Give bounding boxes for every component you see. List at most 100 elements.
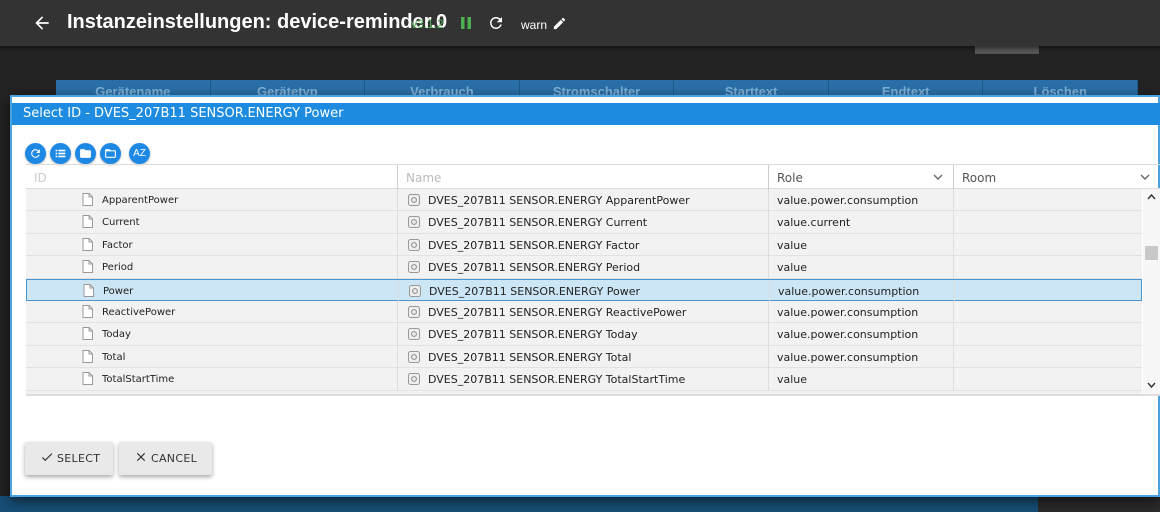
select-button[interactable]: SELECT — [25, 442, 113, 475]
dialog-title: Select ID - DVES_207B11 SENSOR.ENERGY Po… — [12, 103, 1160, 125]
app-header: Instanzeinstellungen: device-reminder.0 … — [0, 0, 1160, 46]
cell-room — [954, 368, 1142, 390]
select-id-dialog: Select ID - DVES_207B11 SENSOR.ENERGY Po… — [10, 95, 1160, 497]
loglevel-label[interactable]: warn — [521, 18, 547, 32]
cell-id: TotalStartTime — [26, 368, 398, 391]
cell-name: DVES_207B11 SENSOR.ENERGY Period — [398, 256, 769, 279]
pencil-icon[interactable] — [552, 16, 567, 31]
state-icon — [408, 216, 420, 229]
table-row[interactable]: ReactivePower DVES_207B11 SENSOR.ENERGY R… — [26, 300, 1142, 324]
cell-id: Factor — [26, 233, 398, 256]
object-tree-grid: ApparentPower DVES_207B11 SENSOR.ENERGY A… — [26, 189, 1142, 394]
page-title: Instanzeinstellungen: device-reminder.0 — [67, 11, 448, 33]
cell-name: DVES_207B11 SENSOR.ENERGY Factor — [398, 233, 769, 256]
cell-room — [954, 346, 1142, 368]
table-row[interactable]: Current DVES_207B11 SENSOR.ENERGY Current… — [26, 211, 1142, 234]
dialog-toolbar: AZ — [25, 143, 154, 165]
table-row[interactable]: Today DVES_207B11 SENSOR.ENERGY Today valu… — [26, 323, 1142, 346]
cell-room — [954, 189, 1142, 211]
state-icon — [408, 194, 420, 206]
list-view-button[interactable] — [50, 143, 71, 164]
arrow-back-icon[interactable] — [32, 13, 52, 33]
state-icon — [408, 261, 420, 274]
column-header-name[interactable]: Name — [398, 165, 769, 189]
cell-id: Today — [26, 323, 398, 346]
scroll-down-icon[interactable] — [1147, 382, 1156, 389]
file-icon — [82, 349, 93, 363]
scroll-up-icon[interactable] — [1147, 193, 1156, 200]
cell-id-label: Current — [102, 217, 140, 229]
background-footer — [0, 496, 1160, 512]
cell-id: Power — [27, 279, 399, 302]
refresh-icon[interactable] — [487, 14, 505, 32]
cell-name: DVES_207B11 SENSOR.ENERGY ReactivePower — [398, 300, 769, 323]
cell-id: Period — [26, 256, 398, 279]
pause-icon[interactable] — [459, 16, 473, 30]
table-row[interactable]: Period DVES_207B11 SENSOR.ENERGY Period va… — [26, 256, 1142, 279]
cell-room — [954, 301, 1142, 323]
cell-id: Total — [26, 345, 398, 368]
collapse-all-button[interactable] — [100, 143, 121, 164]
cell-name: DVES_207B11 SENSOR.ENERGY ApparentPower — [398, 189, 769, 211]
cell-room — [954, 211, 1142, 233]
cell-id: ApparentPower — [26, 189, 398, 211]
file-icon — [82, 215, 93, 229]
file-icon — [82, 237, 93, 251]
folder-icon — [80, 149, 91, 158]
check-icon — [41, 452, 53, 461]
cell-role: value.power.consumption — [769, 300, 954, 323]
close-icon — [136, 452, 146, 461]
file-icon — [82, 304, 93, 318]
sort-az-button[interactable]: AZ — [129, 143, 150, 164]
cell-role: value.power.consumption — [769, 323, 954, 346]
table-row[interactable]: TotalStartTime DVES_207B11 SENSOR.ENERGY … — [26, 368, 1142, 391]
cell-role: value.power.consumption — [770, 279, 955, 302]
state-icon — [409, 284, 421, 297]
file-icon — [83, 283, 94, 297]
cell-name: DVES_207B11 SENSOR.ENERGY Current — [398, 211, 769, 234]
cell-id: ReactivePower — [26, 300, 398, 323]
file-icon — [82, 260, 93, 274]
scrollbar-thumb[interactable] — [1145, 246, 1158, 260]
state-icon — [408, 328, 420, 341]
cell-id-label: TotalStartTime — [102, 374, 175, 386]
cell-name-label: DVES_207B11 SENSOR.ENERGY ApparentPower — [428, 194, 690, 207]
cell-role: value — [769, 256, 954, 279]
state-icon — [408, 305, 420, 318]
table-row[interactable]: Total DVES_207B11 SENSOR.ENERGY Total valu… — [26, 345, 1142, 369]
sort-az-label: AZ — [133, 148, 146, 159]
chevron-down-icon[interactable] — [933, 173, 943, 181]
table-row[interactable]: ApparentPower DVES_207B11 SENSOR.ENERGY A… — [26, 189, 1142, 212]
refresh-icon — [31, 149, 40, 158]
grid-scrollbar[interactable] — [1143, 189, 1160, 394]
cell-role: value.current — [769, 211, 954, 234]
chevron-down-icon[interactable] — [1140, 173, 1150, 181]
cell-name: DVES_207B11 SENSOR.ENERGY Total — [398, 345, 769, 368]
cell-name-label: DVES_207B11 SENSOR.ENERGY ReactivePower — [428, 305, 687, 319]
cell-name-label: DVES_207B11 SENSOR.ENERGY Power — [429, 284, 641, 298]
table-row[interactable]: Factor DVES_207B11 SENSOR.ENERGY Factor va… — [26, 233, 1142, 257]
cell-id-label: Period — [102, 262, 134, 274]
file-icon — [82, 372, 93, 386]
cancel-button[interactable]: CANCEL — [119, 442, 212, 475]
background-close-button — [1038, 496, 1160, 512]
cell-room — [954, 234, 1142, 256]
cell-name: DVES_207B11 SENSOR.ENERGY Today — [398, 323, 769, 346]
column-header-role-label: Role — [777, 171, 803, 185]
cancel-button-label: CANCEL — [151, 452, 197, 465]
column-header-room[interactable]: Room — [954, 165, 1160, 189]
cell-name-label: DVES_207B11 SENSOR.ENERGY Factor — [428, 238, 640, 252]
cell-role: value — [769, 368, 954, 391]
cell-room — [954, 256, 1142, 278]
expand-all-button[interactable] — [75, 143, 96, 164]
version-label: v3.1.2 — [411, 17, 444, 31]
refresh-button[interactable] — [25, 143, 46, 164]
cell-id-label: Total — [102, 351, 126, 363]
column-header-id[interactable]: ID — [26, 165, 398, 189]
cell-name-label: DVES_207B11 SENSOR.ENERGY Today — [428, 328, 638, 342]
cell-room — [955, 280, 1142, 302]
cell-name: DVES_207B11 SENSOR.ENERGY Power — [399, 279, 770, 302]
cell-name-label: DVES_207B11 SENSOR.ENERGY Total — [428, 350, 632, 364]
table-row[interactable]: Power DVES_207B11 SENSOR.ENERGY Power valu… — [26, 278, 1142, 302]
column-header-role[interactable]: Role — [769, 165, 954, 189]
